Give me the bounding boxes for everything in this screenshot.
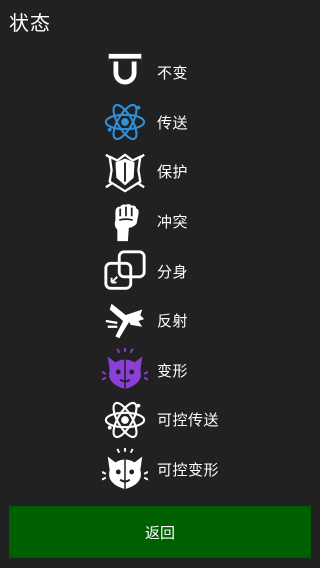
status-label: 冲突 <box>157 213 189 232</box>
status-item-controlled-teleport: 可控传送 <box>101 395 301 445</box>
page-title: 状态 <box>9 11 51 35</box>
status-label: 传送 <box>157 113 189 132</box>
cat-transform-outline-icon <box>101 446 149 494</box>
status-item-unchanged: 不变 <box>101 48 301 98</box>
shield-icon <box>101 148 149 196</box>
horseshoe-magnet-icon <box>101 49 149 97</box>
status-item-conflict: 冲突 <box>101 197 301 247</box>
status-label: 不变 <box>157 64 189 83</box>
status-item-reflect: 反射 <box>101 296 301 346</box>
status-label: 变形 <box>157 361 189 380</box>
status-item-transform: 变形 <box>101 346 301 396</box>
status-item-clone: 分身 <box>101 246 301 296</box>
status-list: 不变 传送 保护 冲突 分身 反射 变形 可控传送 可控变形 <box>101 48 301 494</box>
status-label: 可控变形 <box>157 461 220 480</box>
cat-transform-icon <box>101 346 149 394</box>
status-item-teleport: 传送 <box>101 98 301 148</box>
duplicate-squares-icon <box>101 247 149 295</box>
status-label: 反射 <box>157 312 189 331</box>
status-label: 分身 <box>157 262 189 281</box>
status-label: 保护 <box>157 163 189 182</box>
back-button[interactable]: 返回 <box>9 506 311 558</box>
status-label: 可控传送 <box>157 411 220 430</box>
raised-fist-icon <box>101 198 149 246</box>
reflect-arrow-icon <box>101 297 149 345</box>
status-item-protect: 保护 <box>101 147 301 197</box>
atom-outline-icon <box>101 396 149 444</box>
atom-icon <box>101 98 149 146</box>
status-item-controlled-transform: 可控变形 <box>101 445 301 495</box>
